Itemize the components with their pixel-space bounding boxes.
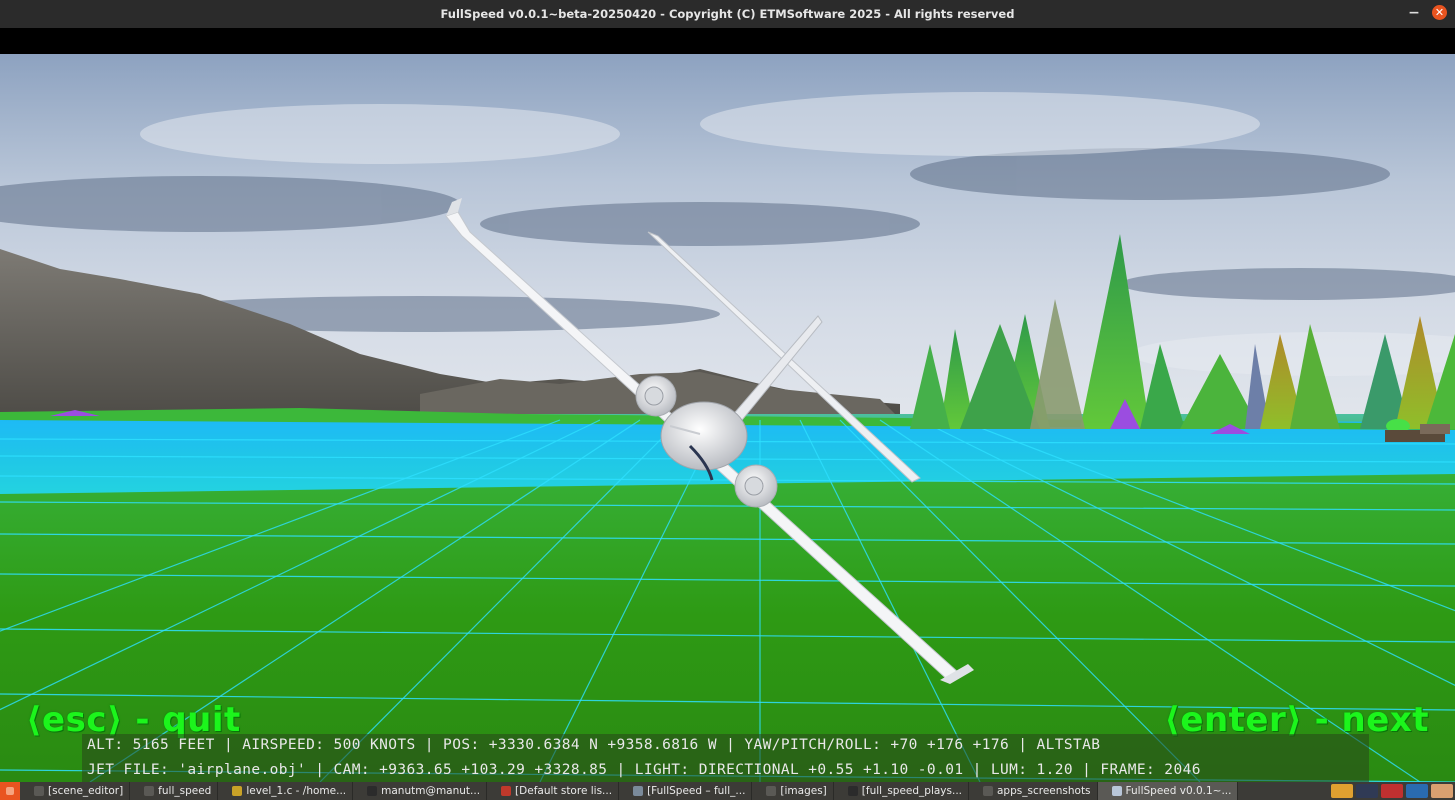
hud-status-line: ALT: 5165 FEET | AIRSPEED: 500 KNOTS | P… [87, 737, 1101, 753]
tray-icon[interactable] [1381, 784, 1403, 798]
close-icon[interactable]: ✕ [1432, 5, 1447, 20]
game-scene [0, 54, 1455, 782]
window-icon [983, 786, 993, 796]
taskbar-item-label: apps_screenshots [997, 785, 1091, 797]
taskbar-item-label: full_speed [158, 785, 212, 797]
window-icon [367, 786, 378, 796]
taskbar-item[interactable]: full_speed [130, 782, 219, 800]
window-controls: − ✕ [1406, 5, 1447, 20]
taskbar-item-label: [images] [780, 785, 827, 797]
window-icon [34, 786, 44, 796]
system-tray [1331, 784, 1455, 798]
window-titlebar: FullSpeed v0.0.1~beta-20250420 - Copyrig… [0, 0, 1455, 29]
taskbar-item-label: level_1.c - /home... [246, 785, 347, 797]
start-icon [6, 787, 14, 795]
window-icon [232, 786, 243, 796]
taskbar-item-label: [FullSpeed – full_... [647, 785, 746, 797]
tray-icon[interactable] [1431, 784, 1453, 798]
window-icon [501, 786, 512, 796]
taskbar-item[interactable]: apps_screenshots [969, 782, 1098, 800]
tray-icon[interactable] [1356, 784, 1378, 798]
taskbar-item[interactable]: level_1.c - /home... [218, 782, 354, 800]
window-icon [1111, 786, 1122, 796]
taskbar-item[interactable]: [full_speed_plays... [834, 782, 969, 800]
window-title: FullSpeed v0.0.1~beta-20250420 - Copyrig… [440, 7, 1015, 21]
minimize-icon[interactable]: − [1406, 6, 1422, 20]
taskbar-item[interactable]: [images] [752, 782, 834, 800]
taskbar-item-label: FullSpeed v0.0.1~... [1125, 785, 1232, 797]
tray-icon[interactable] [1406, 784, 1428, 798]
hud-info-line: JET FILE: 'airplane.obj' | CAM: +9363.65… [87, 762, 1201, 778]
taskbar-item[interactable]: manutm@manut... [353, 782, 488, 800]
window-icon [766, 786, 777, 796]
taskbar-item[interactable]: [FullSpeed – full_... [619, 782, 753, 800]
window-icon [847, 786, 858, 796]
taskbar-item[interactable]: [Default store lis... [487, 782, 620, 800]
game-viewport[interactable]: ⟨esc⟩ - quit ⟨enter⟩ - next ALT: 5165 FE… [0, 54, 1455, 782]
window-top-band [0, 28, 1455, 54]
window-icon [144, 786, 155, 796]
taskbar-item-label: [Default store lis... [515, 785, 613, 797]
window-icon [633, 786, 644, 796]
taskbar: [scene_editor] full_speed level_1.c - /hom… [0, 782, 1455, 800]
taskbar-item[interactable]: FullSpeed v0.0.1~... [1097, 782, 1239, 800]
taskbar-item[interactable]: [scene_editor] [20, 782, 131, 800]
taskbar-item-label: [scene_editor] [48, 785, 124, 797]
tray-icon[interactable] [1331, 784, 1353, 798]
start-button[interactable] [0, 782, 20, 800]
taskbar-item-label: [full_speed_plays... [861, 785, 962, 797]
taskbar-item-label: manutm@manut... [381, 785, 481, 797]
taskbar-items: [scene_editor] full_speed level_1.c - /hom… [20, 782, 1239, 800]
